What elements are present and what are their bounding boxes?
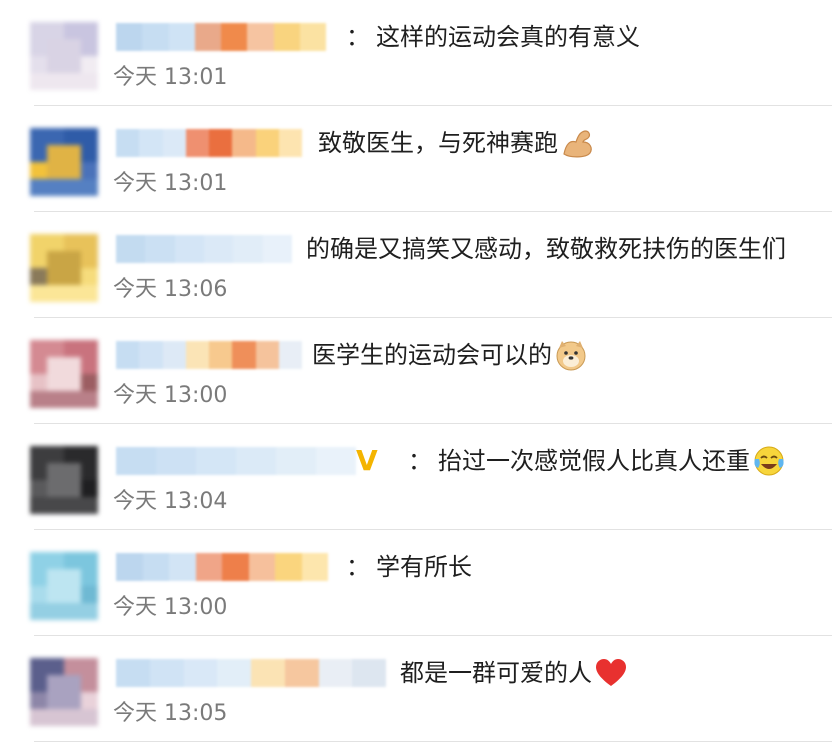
comment-text: 都是一群可爱的人: [400, 655, 628, 691]
avatar[interactable]: [30, 658, 98, 726]
name-separator: ：: [408, 447, 432, 475]
username-blurred[interactable]: [116, 338, 302, 372]
username-blurred[interactable]: [116, 550, 328, 584]
comment-text: 医学生的运动会可以的: [312, 337, 588, 373]
name-separator: ：: [346, 23, 370, 51]
comment-item[interactable]: 医学生的运动会可以的今天 13:00: [0, 318, 832, 424]
avatar[interactable]: [30, 234, 98, 302]
comment-item[interactable]: 都是一群可爱的人今天 13:05: [0, 636, 832, 742]
comment-text: ：这样的运动会真的有意义: [346, 19, 640, 55]
avatar[interactable]: [30, 22, 98, 90]
comment-time: 今天 13:00: [113, 383, 228, 408]
comment-body: 医学生的运动会可以的: [312, 341, 552, 369]
comment-text: ：抬过一次感觉假人比真人还重: [408, 443, 786, 479]
username-blurred[interactable]: [116, 656, 386, 690]
avatar[interactable]: [30, 446, 98, 514]
username-blurred[interactable]: [116, 20, 326, 54]
name-separator: ：: [346, 553, 370, 581]
avatar[interactable]: [30, 340, 98, 408]
comment-time: 今天 13:00: [113, 595, 228, 620]
flexed-biceps-icon: [563, 130, 592, 158]
avatar[interactable]: [30, 552, 98, 620]
comment-time: 今天 13:01: [113, 65, 228, 90]
doge-icon: [556, 341, 586, 371]
comment-body: 都是一群可爱的人: [400, 659, 592, 687]
comment-body: 的确是又搞笑又感动，致敬救死扶伤的医生们: [306, 235, 786, 263]
comment-time: 今天 13:05: [113, 701, 228, 726]
comment-body: 学有所长: [376, 553, 472, 581]
comment-body: 抬过一次感觉假人比真人还重: [438, 447, 750, 475]
comment-time: 今天 13:01: [113, 171, 228, 196]
comment-item[interactable]: V ：抬过一次感觉假人比真人还重今天 13:04: [0, 424, 832, 530]
comment-item[interactable]: 致敬医生，与死神赛跑今天 13:01: [0, 106, 832, 212]
comment-list: ：这样的运动会真的有意义 今天 13:01 致敬医生，与死神赛跑 今天 13:01 的确…: [0, 0, 832, 742]
comment-item[interactable]: 的确是又搞笑又感动，致敬救死扶伤的医生们今天 13:06: [0, 212, 832, 318]
comment-time: 今天 13:04: [113, 489, 228, 514]
username-blurred[interactable]: [116, 126, 302, 160]
comment-text: ：学有所长: [346, 549, 472, 585]
username-blurred[interactable]: [116, 232, 292, 266]
comment-text: 的确是又搞笑又感动，致敬救死扶伤的医生们: [306, 231, 786, 267]
red-heart-icon: [596, 659, 626, 686]
comment-item[interactable]: ：这样的运动会真的有意义今天 13:01: [0, 0, 832, 106]
username-blurred[interactable]: [116, 444, 356, 478]
vip-badge-icon: V: [356, 444, 378, 477]
comment-body: 这样的运动会真的有意义: [376, 23, 640, 51]
comment-item[interactable]: ：学有所长今天 13:00: [0, 530, 832, 636]
comment-body: 致敬医生，与死神赛跑: [318, 129, 558, 157]
avatar[interactable]: [30, 128, 98, 196]
comment-text: 致敬医生，与死神赛跑: [318, 125, 594, 161]
comment-time: 今天 13:06: [113, 277, 228, 302]
laugh-cry-icon: [754, 446, 784, 476]
